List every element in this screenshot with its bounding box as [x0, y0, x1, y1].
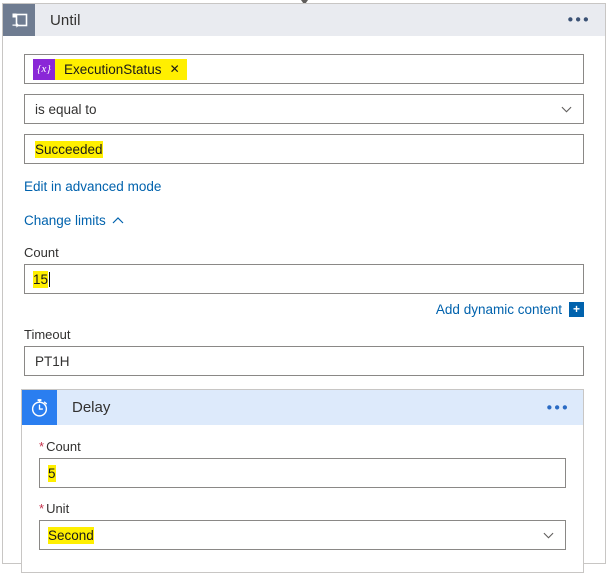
- chevron-down-icon: [543, 530, 554, 541]
- delay-unit-value: Second: [48, 527, 94, 544]
- dynamic-content-icon: {x}: [33, 59, 55, 80]
- condition-token-field[interactable]: {x} ExecutionStatus ✕: [24, 54, 584, 84]
- delay-unit-dropdown[interactable]: Second: [39, 520, 566, 550]
- until-card-header[interactable]: Until •••: [3, 3, 605, 36]
- delay-count-value: 5: [48, 465, 56, 482]
- condition-value-text: Succeeded: [35, 141, 103, 158]
- delay-unit-label-text: Unit: [46, 501, 69, 516]
- delay-card-header[interactable]: Delay •••: [22, 390, 583, 425]
- condition-operator-value: is equal to: [35, 102, 97, 117]
- chevron-down-icon: [561, 104, 572, 115]
- until-overflow-menu-button[interactable]: •••: [568, 13, 591, 28]
- until-card-title: Until: [50, 12, 81, 29]
- add-dynamic-content-row[interactable]: Add dynamic content +: [24, 302, 584, 317]
- add-dynamic-content-plus-icon[interactable]: +: [569, 302, 584, 317]
- change-limits-label: Change limits: [24, 213, 106, 228]
- chevron-up-icon: [112, 215, 124, 227]
- count-field-label: Count: [24, 245, 584, 260]
- stopwatch-icon: [22, 390, 57, 425]
- delay-overflow-menu-button[interactable]: •••: [547, 400, 570, 415]
- delay-count-label: *Count: [39, 439, 566, 454]
- timeout-input[interactable]: PT1H: [24, 346, 584, 376]
- execution-status-token[interactable]: {x} ExecutionStatus ✕: [33, 59, 187, 80]
- edit-advanced-mode-label: Edit in advanced mode: [24, 179, 161, 194]
- condition-value-field[interactable]: Succeeded: [24, 134, 584, 164]
- change-limits-link[interactable]: Change limits: [24, 213, 124, 228]
- until-card-body: {x} ExecutionStatus ✕ is equal to Succee…: [3, 36, 605, 394]
- required-asterisk: *: [39, 501, 44, 516]
- delay-action-card: Delay ••• *Count 5 *Unit Second: [21, 389, 584, 573]
- delay-unit-label: *Unit: [39, 501, 566, 516]
- timeout-field-label: Timeout: [24, 327, 584, 342]
- delay-card-title: Delay: [72, 399, 110, 416]
- loop-until-icon: [3, 4, 35, 36]
- timeout-input-value: PT1H: [35, 354, 70, 369]
- condition-operator-dropdown[interactable]: is equal to: [24, 94, 584, 124]
- required-asterisk: *: [39, 439, 44, 454]
- delay-count-label-text: Count: [46, 439, 81, 454]
- add-dynamic-content-label[interactable]: Add dynamic content: [436, 302, 562, 317]
- delay-card-body: *Count 5 *Unit Second: [22, 425, 583, 572]
- count-input-value: 15: [33, 271, 48, 288]
- edit-advanced-mode-link[interactable]: Edit in advanced mode: [24, 179, 161, 194]
- token-label-wrapper: ExecutionStatus ✕: [55, 59, 187, 80]
- delay-count-input[interactable]: 5: [39, 458, 566, 488]
- count-input[interactable]: 15: [24, 264, 584, 294]
- token-label-text: ExecutionStatus: [64, 62, 162, 77]
- remove-token-icon[interactable]: ✕: [170, 63, 180, 75]
- text-cursor: [49, 272, 50, 287]
